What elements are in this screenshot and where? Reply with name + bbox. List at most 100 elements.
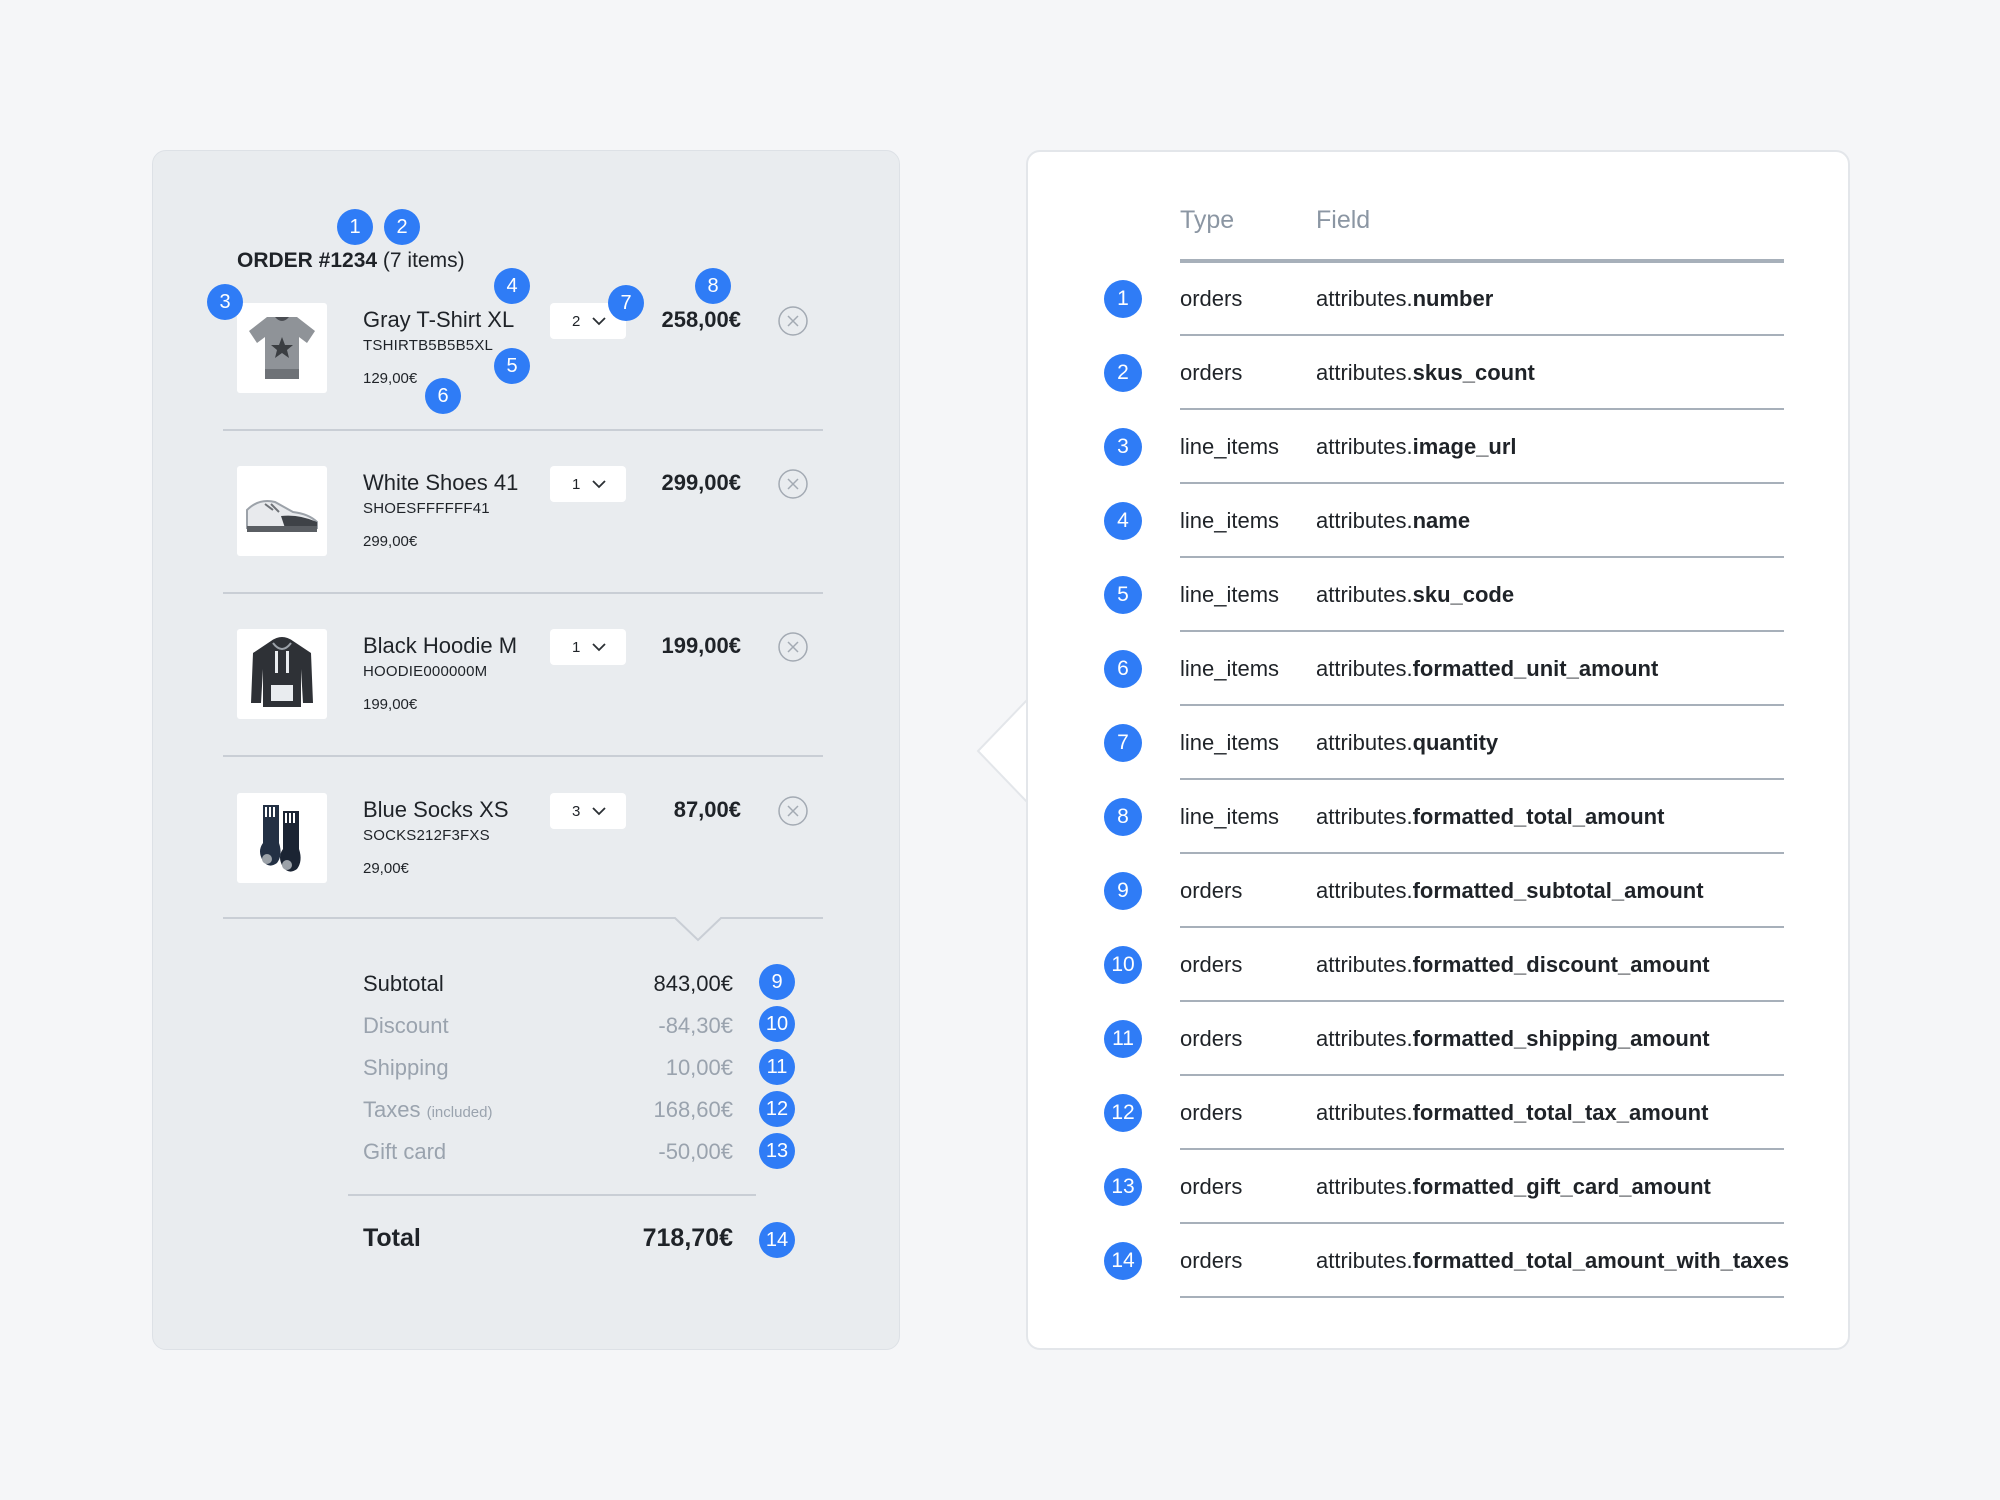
- line-item-unit-price: 29,00€: [363, 860, 409, 877]
- remove-item-icon[interactable]: [777, 305, 809, 337]
- callout-badge: 5: [494, 348, 530, 384]
- taxes-row: Taxes (included) 168,60€: [363, 1097, 895, 1131]
- row-field: attributes.sku_code: [1316, 582, 1514, 608]
- mapping-row: 13 orders attributes.formatted_gift_card_a…: [1028, 1168, 1852, 1242]
- total-value: 718,70€: [642, 1224, 733, 1252]
- chevron-down-icon: [592, 807, 606, 816]
- mapping-row: 10 orders attributes.formatted_discount_am…: [1028, 946, 1852, 1020]
- line-item-name: Gray T-Shirt XL: [363, 307, 515, 332]
- type-column-header: Type: [1180, 206, 1235, 234]
- order-title-prefix: ORDER #: [237, 249, 331, 272]
- discount-row: Discount -84,30€: [363, 1013, 895, 1047]
- quantity-select[interactable]: 1: [550, 466, 626, 502]
- row-rule: [1180, 630, 1784, 632]
- row-type: orders: [1180, 1100, 1243, 1125]
- row-rule: [1180, 556, 1784, 558]
- subtotal-row: Subtotal 843,00€: [363, 971, 895, 1005]
- row-badge: 8: [1104, 798, 1142, 836]
- quantity-value: 2: [572, 313, 581, 330]
- row-field: attributes.number: [1316, 286, 1493, 312]
- chevron-down-icon: [592, 317, 606, 326]
- quantity-select[interactable]: 1: [550, 629, 626, 665]
- field-prefix: attributes.: [1316, 878, 1413, 903]
- remove-item-icon[interactable]: [777, 468, 809, 500]
- line-item-total: 199,00€: [661, 633, 741, 658]
- callout-badge: 12: [759, 1091, 795, 1127]
- row-field: attributes.formatted_subtotal_amount: [1316, 878, 1704, 904]
- remove-item-icon[interactable]: [777, 795, 809, 827]
- line-item: Black Hoodie M HOODIE000000M 199,00€ 1 1…: [153, 629, 901, 792]
- field-name: formatted_unit_amount: [1412, 656, 1659, 681]
- row-badge: 4: [1104, 502, 1142, 540]
- quantity-select[interactable]: 3: [550, 793, 626, 829]
- row-type: line_items: [1180, 508, 1280, 533]
- mapping-row: 7 line_items attributes.quantity: [1028, 724, 1852, 798]
- callout-badge: 9: [759, 964, 795, 1000]
- mapping-row: 14 orders attributes.formatted_total_amoun…: [1028, 1242, 1852, 1316]
- row-rule: [1180, 1074, 1784, 1076]
- line-item: Gray T-Shirt XL TSHIRTB5B5B5XL 129,00€ 2…: [153, 303, 901, 466]
- row-badge: 14: [1104, 1242, 1142, 1280]
- field-prefix: attributes.: [1316, 434, 1413, 459]
- shoe-icon: [246, 500, 318, 532]
- row-rule: [1180, 408, 1784, 410]
- callout-badge: 1: [337, 209, 373, 245]
- callout-badge: 11: [759, 1049, 795, 1085]
- row-type: line_items: [1180, 582, 1280, 607]
- field-name: image_url: [1412, 434, 1517, 459]
- chevron-down-icon: [592, 643, 606, 652]
- row-rule: [1180, 1148, 1784, 1150]
- mapping-row: 9 orders attributes.formatted_subtotal_amo…: [1028, 872, 1852, 946]
- line-item-unit-price: 129,00€: [363, 370, 418, 387]
- row-rule: [1180, 1000, 1784, 1002]
- tshirt-icon: [249, 317, 315, 379]
- field-prefix: attributes.: [1316, 1100, 1413, 1125]
- gift-card-label: Gift card: [363, 1139, 447, 1164]
- row-badge: 10: [1104, 946, 1142, 984]
- field-name: skus_count: [1412, 360, 1535, 385]
- row-rule: [1180, 704, 1784, 706]
- order-number: 1234: [330, 249, 378, 272]
- mapping-row: 3 line_items attributes.image_url: [1028, 428, 1852, 502]
- field-name: sku_code: [1412, 582, 1515, 607]
- field-prefix: attributes.: [1316, 1248, 1413, 1273]
- quantity-value: 1: [572, 639, 581, 656]
- row-rule: [1180, 926, 1784, 928]
- row-field: attributes.name: [1316, 508, 1470, 534]
- line-item-sku: HOODIE000000M: [363, 663, 488, 680]
- row-rule: [1180, 852, 1784, 854]
- order-summary-card: ORDER #1234 (7 items) Gray T-Shirt XL TS…: [152, 150, 900, 1350]
- remove-item-icon[interactable]: [777, 631, 809, 663]
- field-prefix: attributes.: [1316, 1026, 1413, 1051]
- callout-badge: 10: [759, 1006, 795, 1042]
- line-item-sku: TSHIRTB5B5B5XL: [363, 337, 494, 354]
- line-item-name: White Shoes 41: [363, 470, 519, 495]
- summary-divider-notch: [223, 917, 823, 942]
- field-name: formatted_shipping_amount: [1412, 1026, 1710, 1051]
- mapping-row: 4 line_items attributes.name: [1028, 502, 1852, 576]
- row-field: attributes.formatted_gift_card_amount: [1316, 1174, 1711, 1200]
- discount-label: Discount: [363, 1013, 449, 1038]
- line-item-unit-price: 199,00€: [363, 696, 418, 713]
- line-item-total: 258,00€: [661, 307, 741, 332]
- mapping-row: 2 orders attributes.skus_count: [1028, 354, 1852, 428]
- row-field: attributes.formatted_total_amount: [1316, 804, 1664, 830]
- line-item-total: 299,00€: [661, 470, 741, 495]
- order-items-count: (7 items): [382, 249, 465, 272]
- mapping-row: 12 orders attributes.formatted_total_tax_a…: [1028, 1094, 1852, 1168]
- row-badge: 6: [1104, 650, 1142, 688]
- row-rule: [1180, 1296, 1784, 1298]
- hoodie-icon: [251, 637, 313, 707]
- line-item-image: [237, 793, 327, 883]
- field-prefix: attributes.: [1316, 804, 1413, 829]
- field-name: formatted_total_tax_amount: [1412, 1100, 1709, 1125]
- shipping-row: Shipping 10,00€: [363, 1055, 895, 1089]
- field-prefix: attributes.: [1316, 1174, 1413, 1199]
- row-type: orders: [1180, 286, 1243, 311]
- row-type: orders: [1180, 1248, 1243, 1273]
- taxes-note: (included): [426, 1104, 493, 1121]
- item-divider: [223, 755, 823, 757]
- row-field: attributes.skus_count: [1316, 360, 1535, 386]
- field-name: formatted_discount_amount: [1412, 952, 1710, 977]
- callout-badge: 3: [207, 284, 243, 320]
